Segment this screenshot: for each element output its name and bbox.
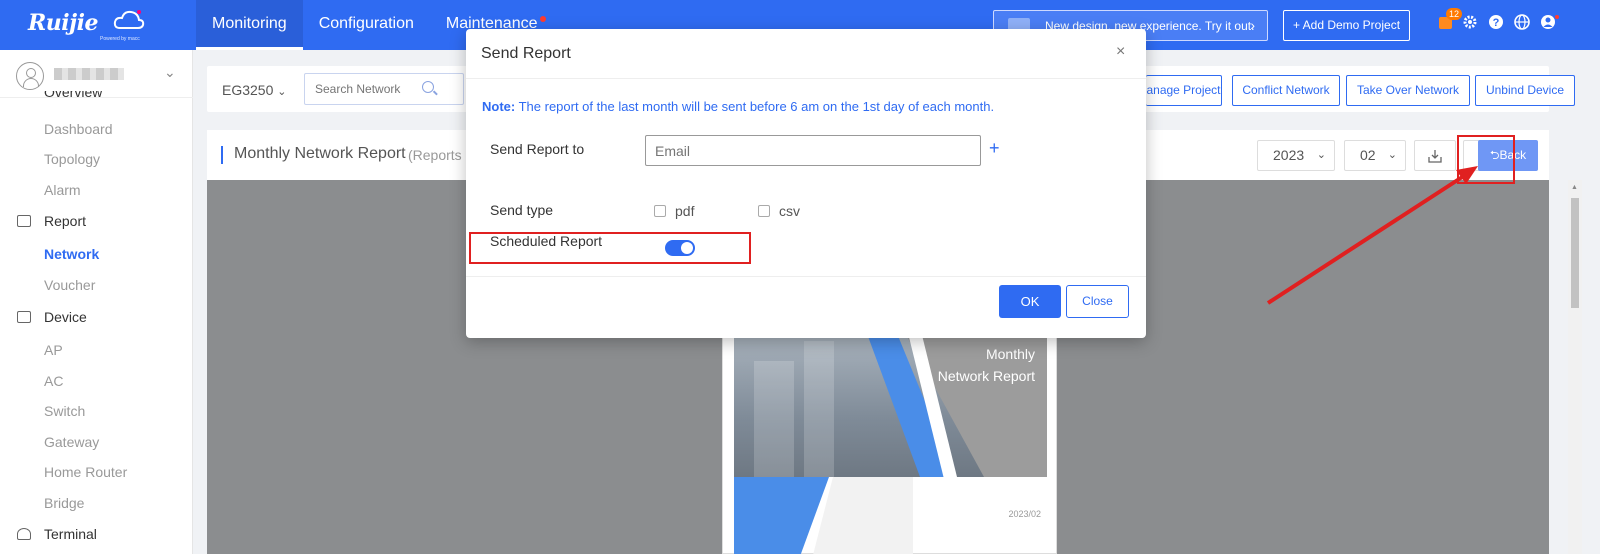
sidebar-item-switch[interactable]: Switch (44, 403, 85, 419)
send-report-to-label: Send Report to (490, 141, 585, 157)
send-report-dialog: Send Report × Note: The report of the la… (466, 29, 1146, 338)
cover-image: Monthly Network Report (734, 331, 1047, 477)
globe-language-icon[interactable] (1514, 14, 1532, 32)
nav-monitoring[interactable]: Monitoring (196, 0, 303, 50)
pdf-checkbox[interactable] (654, 205, 666, 217)
annotation-highlight-box (469, 232, 751, 264)
building-shape (754, 361, 794, 477)
dialog-title: Send Report (481, 45, 571, 62)
download-icon (1428, 150, 1442, 163)
sidebar-item-topology[interactable]: Topology (44, 151, 100, 167)
sidebar-item-bridge[interactable]: Bridge (44, 495, 84, 511)
email-field[interactable] (645, 135, 981, 166)
search-input[interactable] (315, 82, 425, 96)
take-over-network-button[interactable]: Take Over Network (1346, 75, 1470, 106)
chevron-down-icon: ⌄ (1387, 149, 1397, 161)
annotation-highlight-box (1457, 135, 1515, 184)
close-icon[interactable]: × (1116, 43, 1125, 61)
sidebar-group-device[interactable]: Device (44, 309, 87, 325)
ruijie-logo[interactable]: Ruijie Powered by macc (28, 8, 148, 44)
dialog-note: Note: The report of the last month will … (482, 99, 994, 114)
powered-by-text: Powered by macc (100, 36, 140, 42)
manage-project-button[interactable]: anage Project (1146, 75, 1222, 106)
notification-icon[interactable]: 12 (1438, 8, 1463, 32)
year-select-value: 2023 (1273, 147, 1305, 163)
pdf-checkbox-label: pdf (675, 203, 695, 219)
preview-scrollbar[interactable]: ▲ (1568, 180, 1582, 554)
sidebar-group-terminal[interactable]: Terminal (44, 526, 97, 542)
month-select[interactable]: 02 ⌄ (1344, 140, 1406, 171)
sidebar-item-overview[interactable]: Overview (44, 91, 102, 100)
cover-date: 2023/02 (1008, 509, 1041, 519)
chevron-down-icon: ⌄ (1316, 149, 1326, 161)
sidebar-item-network[interactable]: Network (44, 246, 99, 262)
sidebar-item-ac[interactable]: AC (44, 373, 63, 389)
report-cover-page: Monthly Network Report 2023/02 (722, 330, 1057, 554)
cover-title: Monthly Network Report (938, 343, 1035, 387)
unbind-device-button[interactable]: Unbind Device (1475, 75, 1575, 106)
download-button[interactable] (1414, 140, 1456, 171)
sidebar-item-voucher[interactable]: Voucher (44, 277, 95, 293)
cover-title-line-2: Network Report (937, 368, 1035, 384)
page-title: Monthly Network Report (234, 145, 406, 162)
sidebar-item-dashboard[interactable]: Dashboard (44, 121, 113, 137)
brand-name: Ruijie (28, 10, 98, 36)
report-icon (17, 215, 31, 227)
building-shape (804, 341, 834, 477)
device-icon (17, 311, 31, 323)
page-subtitle: (Reports (408, 147, 462, 163)
cover-lower-grey (813, 477, 913, 554)
avatar-icon (16, 62, 44, 90)
nav-configuration-label: Configuration (318, 15, 414, 32)
month-select-value: 02 (1360, 147, 1376, 163)
sidebar-item-ap[interactable]: AP (44, 342, 63, 358)
title-accent-bar (221, 146, 223, 164)
email-input[interactable] (655, 143, 955, 159)
username-blurred (54, 68, 124, 80)
conflict-network-button[interactable]: Conflict Network (1232, 75, 1340, 106)
cloud-logo-icon (113, 10, 145, 29)
csv-checkbox-label: csv (779, 203, 800, 219)
terminal-icon (17, 528, 31, 540)
add-demo-project-button[interactable]: + Add Demo Project (1283, 10, 1410, 41)
notification-count-badge: 12 (1446, 8, 1463, 20)
sidebar-item-alarm[interactable]: Alarm (44, 182, 81, 198)
help-icon[interactable]: ? (1488, 14, 1506, 32)
year-select[interactable]: 2023 ⌄ (1257, 140, 1335, 171)
add-email-plus-icon[interactable]: + (989, 138, 1000, 159)
chevron-right-icon: › (1250, 17, 1255, 33)
send-type-label: Send type (490, 202, 554, 218)
chevron-down-icon: ⌄ (164, 64, 176, 80)
cover-lower-blue (734, 477, 829, 554)
chevron-down-icon: ⌄ (277, 86, 287, 98)
search-network-box[interactable] (304, 73, 464, 105)
scroll-up-arrow-icon[interactable]: ▲ (1571, 184, 1578, 191)
model-select[interactable]: EG3250 ⌄ (222, 82, 286, 98)
close-button[interactable]: Close (1066, 285, 1129, 318)
settings-gear-icon[interactable] (1462, 14, 1480, 32)
maintenance-dot-badge (539, 16, 546, 22)
nav-configuration[interactable]: Configuration (303, 0, 430, 50)
model-select-value: EG3250 (222, 82, 274, 98)
cover-title-line-1: Monthly (985, 346, 1035, 362)
sidebar-item-gateway[interactable]: Gateway (44, 434, 99, 450)
note-text: The report of the last month will be sen… (515, 99, 995, 114)
ok-button[interactable]: OK (999, 285, 1061, 318)
csv-checkbox[interactable] (758, 205, 770, 217)
search-icon[interactable] (422, 81, 434, 93)
sidebar-item-home-router[interactable]: Home Router (44, 464, 127, 480)
divider (466, 276, 1146, 277)
scrollbar-thumb[interactable] (1571, 198, 1579, 308)
svg-text:?: ? (1493, 17, 1500, 29)
sidebar-group-report[interactable]: Report (44, 213, 86, 229)
nav-monitoring-label: Monitoring (212, 15, 287, 32)
note-label: Note: (482, 99, 516, 114)
divider (466, 78, 1146, 79)
sidebar: ⌄ Overview Dashboard Topology Alarm Repo… (0, 50, 193, 554)
user-account-icon[interactable] (1540, 14, 1559, 32)
